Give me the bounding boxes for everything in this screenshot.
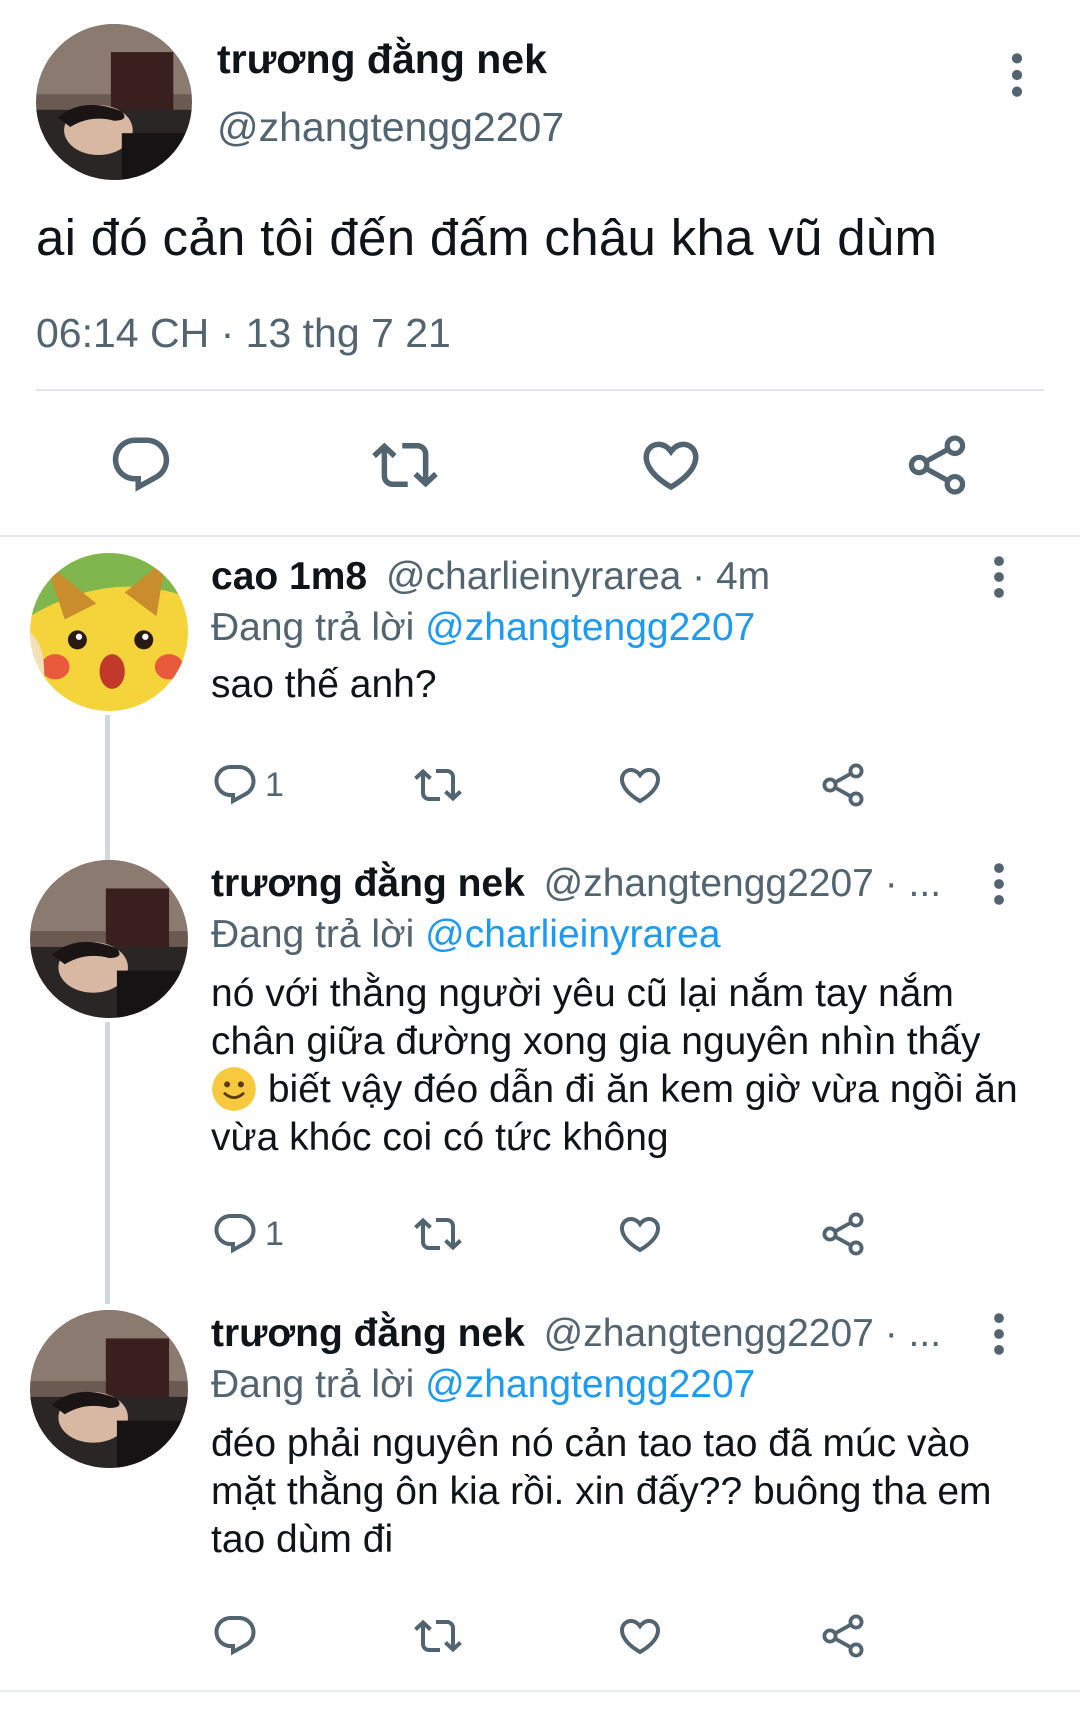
reply-button[interactable]: 1 bbox=[211, 1210, 284, 1258]
user-handle[interactable]: @zhangtengg2207 · ... bbox=[544, 1312, 941, 1355]
reply-header: trương đằng nek @zhangtengg2207 · ... bbox=[211, 862, 941, 906]
like-button[interactable] bbox=[616, 1612, 664, 1660]
divider bbox=[0, 1690, 1080, 1692]
display-name[interactable]: trương đằng nek bbox=[211, 1312, 525, 1355]
reply-icon[interactable] bbox=[108, 432, 174, 498]
retweet-icon[interactable] bbox=[414, 761, 462, 809]
reply-button[interactable]: 1 bbox=[211, 761, 284, 809]
like-icon[interactable] bbox=[616, 1210, 664, 1258]
tweet-text: nó với thằng người yêu cũ lại nắm tay nắ… bbox=[211, 970, 1031, 1162]
replying-to: Đang trả lời @zhangtengg2207 bbox=[211, 606, 755, 650]
avatar[interactable] bbox=[30, 1310, 188, 1468]
tweet-text: sao thế anh? bbox=[211, 663, 437, 706]
reply-icon[interactable] bbox=[211, 1612, 259, 1660]
tweet-text-part: nó với thằng người yêu cũ lại nắm tay nắ… bbox=[211, 972, 981, 1063]
divider bbox=[36, 389, 1044, 391]
user-handle[interactable]: @charlieinyrarea · 4m bbox=[386, 555, 770, 598]
share-button[interactable] bbox=[819, 761, 867, 809]
reply-header: cao 1m8 @charlieinyrarea · 4m bbox=[211, 555, 770, 599]
share-icon[interactable] bbox=[819, 761, 867, 809]
mention-link[interactable]: @zhangtengg2207 bbox=[425, 1363, 755, 1406]
retweet-button[interactable] bbox=[414, 1210, 462, 1258]
display-name[interactable]: cao 1m8 bbox=[211, 555, 367, 598]
share-icon[interactable] bbox=[819, 1210, 867, 1258]
reply-count: 1 bbox=[265, 765, 284, 804]
tweet-text-part: biết vậy đéo dẫn đi ăn kem giờ vừa ngồi … bbox=[211, 1068, 1018, 1159]
tweet-text: đéo phải nguyên nó cản tao tao đã múc và… bbox=[211, 1422, 992, 1561]
display-name[interactable]: trương đằng nek bbox=[211, 862, 525, 905]
replying-label: Đang trả lời bbox=[211, 913, 415, 956]
retweet-icon[interactable] bbox=[414, 1210, 462, 1258]
like-icon[interactable] bbox=[616, 1612, 664, 1660]
divider bbox=[0, 535, 1080, 537]
replying-label: Đang trả lời bbox=[211, 606, 415, 649]
thread-line bbox=[105, 715, 110, 860]
retweet-button[interactable] bbox=[414, 761, 462, 809]
slightly-smiling-face-icon bbox=[212, 1067, 256, 1111]
retweet-icon[interactable] bbox=[414, 1612, 462, 1660]
retweet-icon[interactable] bbox=[372, 432, 438, 498]
replying-to: Đang trả lời @zhangtengg2207 bbox=[211, 1363, 755, 1407]
more-options-icon[interactable] bbox=[982, 862, 1016, 906]
avatar[interactable] bbox=[36, 24, 192, 180]
thread-line bbox=[105, 1022, 110, 1304]
more-options-icon[interactable] bbox=[982, 555, 1016, 599]
reply-count: 1 bbox=[265, 1214, 284, 1253]
more-options-icon[interactable] bbox=[1000, 52, 1034, 98]
share-icon[interactable] bbox=[904, 432, 970, 498]
share-icon[interactable] bbox=[819, 1612, 867, 1660]
reply-header: trương đằng nek @zhangtengg2207 · ... bbox=[211, 1312, 941, 1356]
avatar[interactable] bbox=[30, 860, 188, 1018]
mention-link[interactable]: @zhangtengg2207 bbox=[425, 606, 755, 649]
like-icon[interactable] bbox=[616, 761, 664, 809]
tweet-timestamp: 06:14 CH · 13 thg 7 21 bbox=[36, 310, 451, 356]
reply-icon[interactable] bbox=[211, 761, 259, 809]
reply-button[interactable] bbox=[211, 1612, 265, 1660]
user-handle[interactable]: @zhangtengg2207 bbox=[217, 104, 564, 151]
like-button[interactable] bbox=[616, 1210, 664, 1258]
action-bar bbox=[211, 1612, 911, 1668]
avatar[interactable] bbox=[30, 553, 188, 711]
mention-link[interactable]: @charlieinyrarea bbox=[425, 913, 720, 956]
action-bar: 1 bbox=[211, 761, 911, 817]
like-button[interactable] bbox=[616, 761, 664, 809]
share-button[interactable] bbox=[819, 1210, 867, 1258]
more-options-icon[interactable] bbox=[982, 1312, 1016, 1356]
share-button[interactable] bbox=[819, 1612, 867, 1660]
tweet-text: ai đó cản tôi đến đấm châu kha vũ dùm bbox=[36, 209, 938, 266]
like-icon[interactable] bbox=[638, 432, 704, 498]
display-name[interactable]: trương đằng nek bbox=[217, 36, 547, 83]
replying-label: Đang trả lời bbox=[211, 1363, 415, 1406]
user-handle[interactable]: @zhangtengg2207 · ... bbox=[544, 862, 941, 905]
replying-to: Đang trả lời @charlieinyrarea bbox=[211, 913, 721, 957]
reply-icon[interactable] bbox=[211, 1210, 259, 1258]
retweet-button[interactable] bbox=[414, 1612, 462, 1660]
action-bar: 1 bbox=[211, 1210, 911, 1266]
